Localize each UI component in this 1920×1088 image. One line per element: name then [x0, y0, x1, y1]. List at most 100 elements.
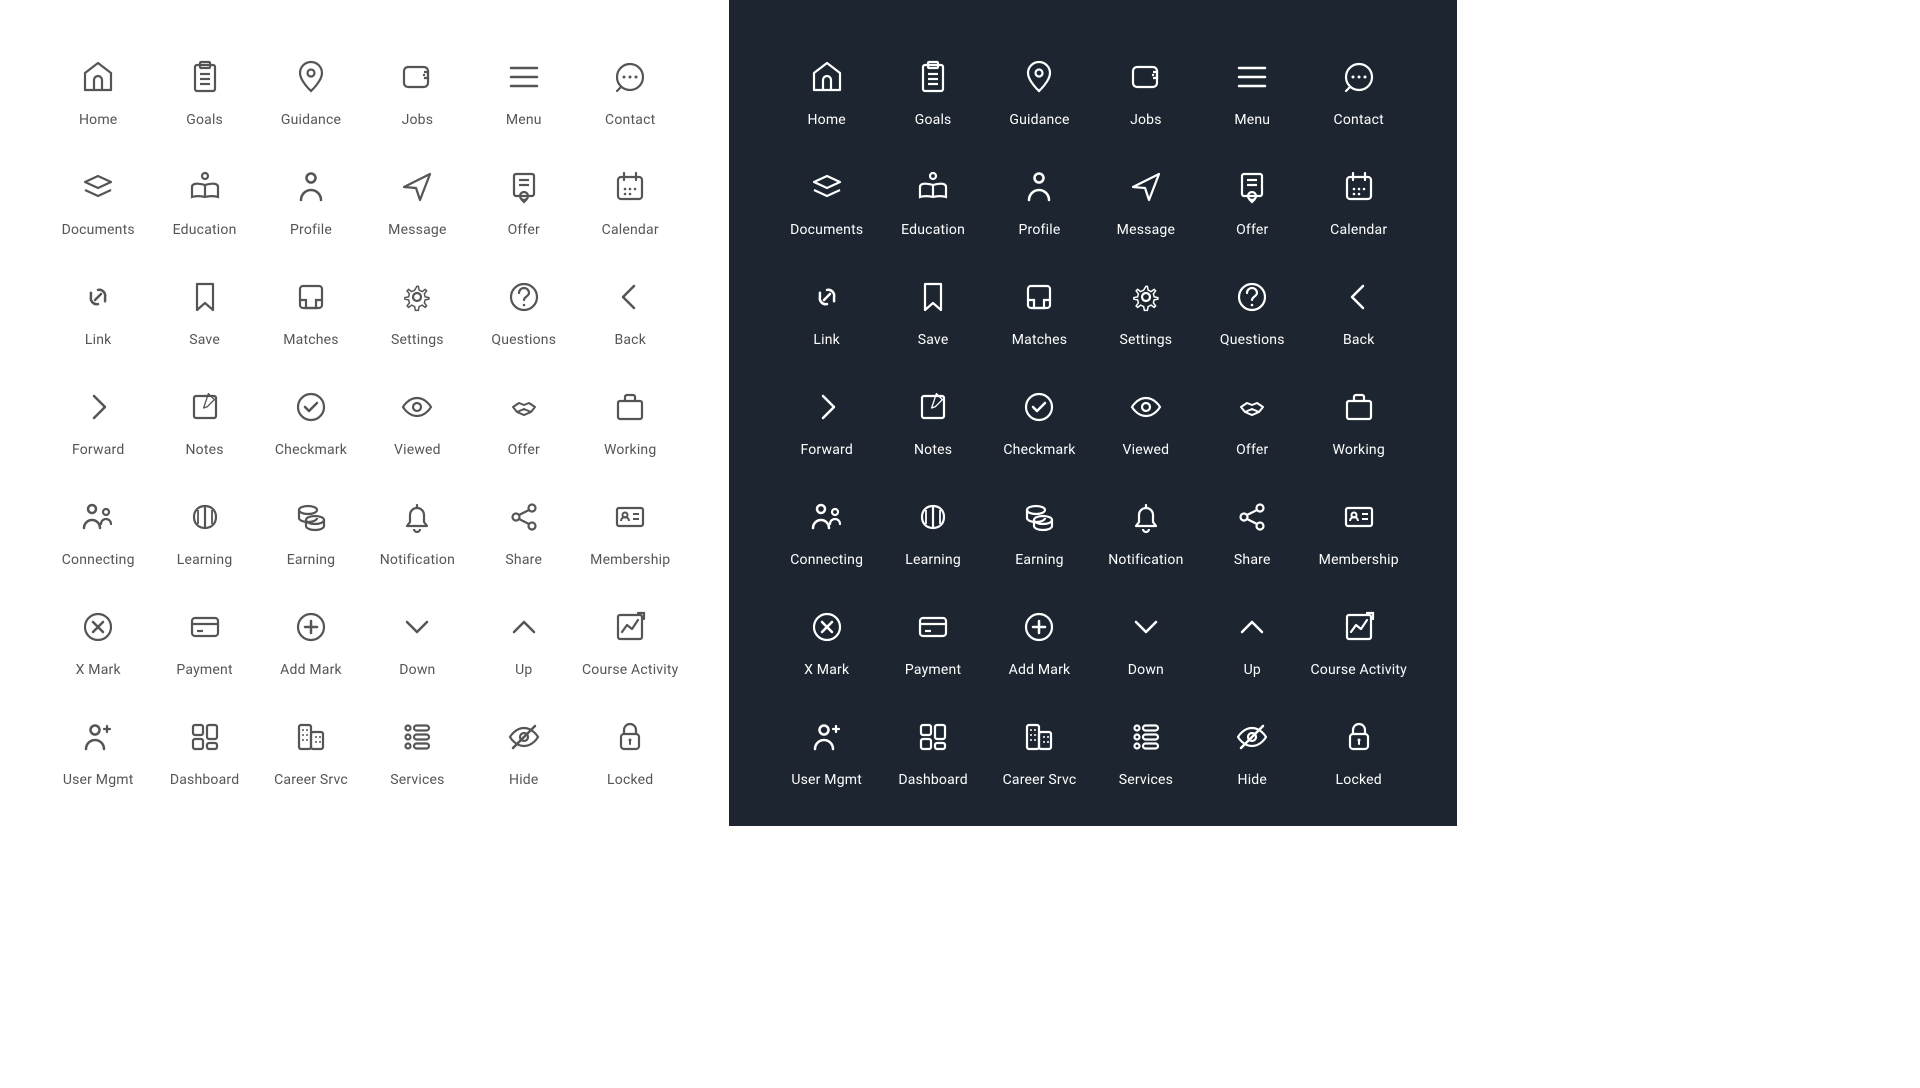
offer-icon-label: Offer: [508, 222, 540, 238]
checkmark-icon-cell: Checkmark: [991, 390, 1087, 458]
icon-panel-light: HomeGoalsGuidanceJobsMenuContactDocument…: [0, 0, 729, 826]
xmark-icon-label: X Mark: [76, 662, 121, 678]
goals-icon-cell: Goals: [885, 60, 981, 128]
questions-icon-cell: Questions: [476, 280, 572, 348]
icon-panel-dark: HomeGoalsGuidanceJobsMenuContactDocument…: [729, 0, 1458, 826]
checkmark-icon-cell: Checkmark: [263, 390, 359, 458]
locked-icon-cell: Locked: [582, 720, 679, 788]
down-icon-cell: Down: [369, 610, 465, 678]
addmark-icon: [1022, 610, 1056, 644]
settings-icon-label: Settings: [1120, 332, 1173, 348]
connecting-icon-label: Connecting: [62, 552, 135, 568]
working-icon-label: Working: [1333, 442, 1385, 458]
payment-icon: [916, 610, 950, 644]
guidance-icon-label: Guidance: [281, 112, 341, 128]
offer2-icon-label: Offer: [1236, 442, 1268, 458]
matches-icon-label: Matches: [1012, 332, 1068, 348]
guidance-icon-label: Guidance: [1009, 112, 1069, 128]
menu-icon: [1235, 60, 1269, 94]
usermgmt-icon-cell: User Mgmt: [779, 720, 875, 788]
notification-icon-label: Notification: [380, 552, 455, 568]
services-icon-label: Services: [1119, 772, 1173, 788]
questions-icon-label: Questions: [491, 332, 556, 348]
courseactivity-icon: [1342, 610, 1376, 644]
forward-icon: [810, 390, 844, 424]
goals-icon: [188, 60, 222, 94]
services-icon: [400, 720, 434, 754]
notes-icon: [916, 390, 950, 424]
membership-icon: [613, 500, 647, 534]
offer-icon: [507, 170, 541, 204]
goals-icon-label: Goals: [186, 112, 223, 128]
contact-icon-label: Contact: [605, 112, 655, 128]
membership-icon: [1342, 500, 1376, 534]
services-icon-cell: Services: [1098, 720, 1194, 788]
viewed-icon: [1129, 390, 1163, 424]
dashboard-icon: [188, 720, 222, 754]
learning-icon: [916, 500, 950, 534]
goals-icon: [916, 60, 950, 94]
learning-icon-cell: Learning: [885, 500, 981, 568]
share-icon: [507, 500, 541, 534]
usermgmt-icon: [81, 720, 115, 754]
settings-icon-label: Settings: [391, 332, 444, 348]
addmark-icon-cell: Add Mark: [263, 610, 359, 678]
xmark-icon-label: X Mark: [804, 662, 849, 678]
up-icon: [1235, 610, 1269, 644]
save-icon-cell: Save: [156, 280, 252, 348]
documents-icon-label: Documents: [790, 222, 863, 238]
contact-icon-label: Contact: [1334, 112, 1384, 128]
guidance-icon-cell: Guidance: [991, 60, 1087, 128]
earning-icon-cell: Earning: [991, 500, 1087, 568]
dashboard-icon-label: Dashboard: [898, 772, 968, 788]
contact-icon: [613, 60, 647, 94]
matches-icon-label: Matches: [283, 332, 339, 348]
documents-icon-cell: Documents: [50, 170, 146, 238]
calendar-icon: [613, 170, 647, 204]
offer-icon-cell: Offer: [476, 170, 572, 238]
forward-icon-cell: Forward: [779, 390, 875, 458]
connecting-icon: [810, 500, 844, 534]
documents-icon-label: Documents: [62, 222, 135, 238]
careersrvc-icon-cell: Career Srvc: [263, 720, 359, 788]
home-icon-cell: Home: [50, 60, 146, 128]
addmark-icon-label: Add Mark: [280, 662, 342, 678]
message-icon-label: Message: [1117, 222, 1175, 238]
membership-icon-cell: Membership: [1310, 500, 1407, 568]
link-icon-label: Link: [85, 332, 112, 348]
menu-icon-label: Menu: [1234, 112, 1270, 128]
services-icon-label: Services: [390, 772, 444, 788]
matches-icon-cell: Matches: [263, 280, 359, 348]
notes-icon-label: Notes: [914, 442, 952, 458]
back-icon: [613, 280, 647, 314]
connecting-icon-cell: Connecting: [779, 500, 875, 568]
calendar-icon-cell: Calendar: [1310, 170, 1407, 238]
notification-icon: [400, 500, 434, 534]
share-icon-label: Share: [1234, 552, 1271, 568]
checkmark-icon-label: Checkmark: [1003, 442, 1075, 458]
notes-icon-cell: Notes: [156, 390, 252, 458]
notes-icon-cell: Notes: [885, 390, 981, 458]
documents-icon-cell: Documents: [779, 170, 875, 238]
usermgmt-icon-label: User Mgmt: [791, 772, 862, 788]
earning-icon-cell: Earning: [263, 500, 359, 568]
forward-icon: [81, 390, 115, 424]
careersrvc-icon: [1022, 720, 1056, 754]
xmark-icon-cell: X Mark: [779, 610, 875, 678]
careersrvc-icon-label: Career Srvc: [1003, 772, 1077, 788]
offer-icon-label: Offer: [1236, 222, 1268, 238]
viewed-icon-cell: Viewed: [1098, 390, 1194, 458]
payment-icon-cell: Payment: [885, 610, 981, 678]
usermgmt-icon: [810, 720, 844, 754]
checkmark-icon-label: Checkmark: [275, 442, 347, 458]
hide-icon-label: Hide: [509, 772, 539, 788]
menu-icon: [507, 60, 541, 94]
learning-icon: [188, 500, 222, 534]
down-icon: [400, 610, 434, 644]
earning-icon: [1022, 500, 1056, 534]
education-icon-label: Education: [173, 222, 237, 238]
working-icon: [613, 390, 647, 424]
profile-icon-cell: Profile: [991, 170, 1087, 238]
working-icon-cell: Working: [582, 390, 679, 458]
down-icon-label: Down: [399, 662, 435, 678]
